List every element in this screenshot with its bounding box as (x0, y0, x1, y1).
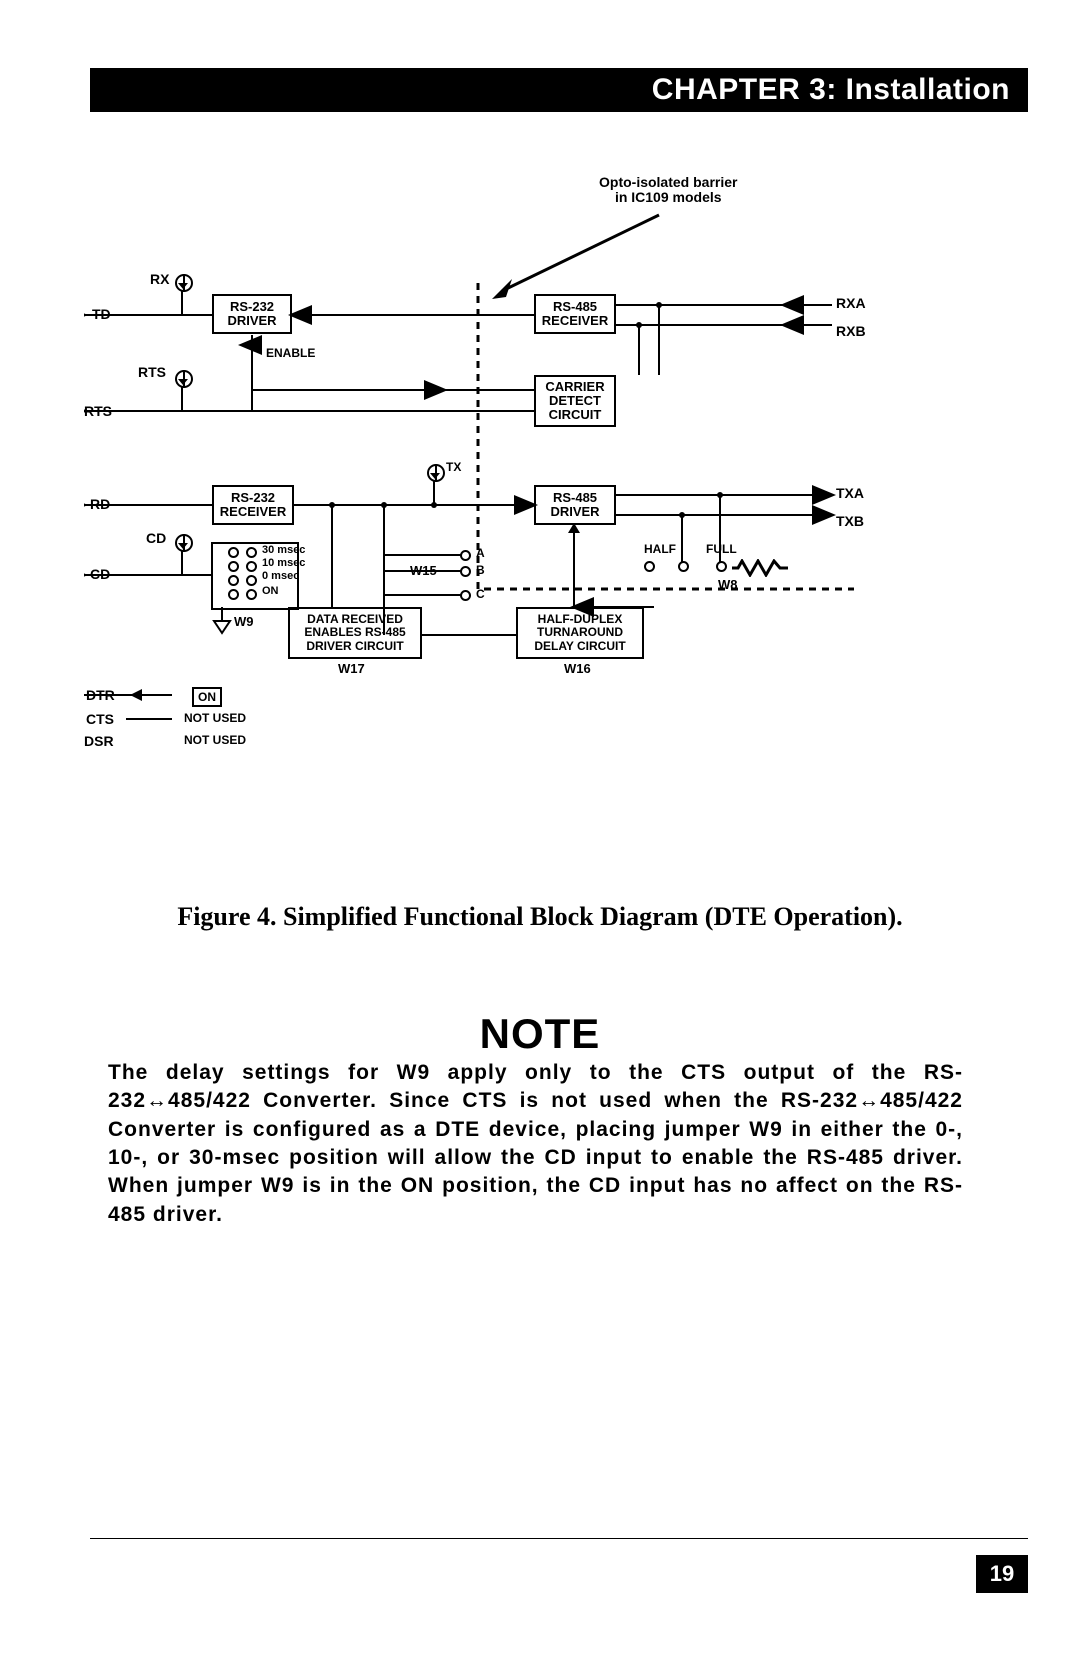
label-txb: TXB (836, 514, 864, 529)
label-0msec: 0 msec (262, 571, 299, 583)
label-10msec: 10 msec (262, 558, 305, 570)
dtr-on-box: ON (192, 687, 222, 707)
label-rts: RTS (84, 404, 112, 419)
label-dsr-not-used: NOT USED (184, 734, 246, 747)
label-w9: W9 (234, 615, 254, 629)
label-dtr: DTR (86, 688, 115, 703)
label-cts-not-used: NOT USED (184, 712, 246, 725)
block-diagram: Opto-isolated barrier in IC109 models RS… (84, 175, 939, 793)
label-w8: W8 (718, 578, 738, 592)
rts-led-icon (175, 370, 193, 388)
figure-caption: Figure 4. Simplified Functional Block Di… (108, 902, 972, 932)
label-a: A (476, 547, 485, 560)
label-30msec: 30 msec (262, 545, 305, 557)
label-full: FULL (706, 543, 737, 556)
note-heading: NOTE (0, 1010, 1080, 1058)
label-td: TD (92, 307, 111, 322)
label-txa: TXA (836, 486, 864, 501)
label-rxb: RXB (836, 324, 866, 339)
page-number: 19 (990, 1561, 1014, 1587)
label-on-jumper: ON (262, 586, 279, 598)
chapter-header-bar: CHAPTER 3: Installation (90, 68, 1028, 112)
label-tx: TX (446, 461, 461, 474)
label-rts-top: RTS (138, 365, 166, 380)
cd-led-icon (175, 534, 193, 552)
label-half: HALF (644, 543, 676, 556)
label-rxa: RXA (836, 296, 866, 311)
label-dsr: DSR (84, 734, 114, 749)
label-cd-top: CD (146, 531, 166, 546)
footer-rule (90, 1538, 1028, 1539)
label-c: C (476, 588, 485, 601)
label-rd: RD (90, 497, 110, 512)
document-page: CHAPTER 3: Installation Opto-isolated ba… (0, 0, 1080, 1669)
label-cd: CD (90, 567, 110, 582)
label-b: B (476, 564, 485, 577)
label-cts: CTS (86, 712, 114, 727)
tx-led-icon (427, 464, 445, 482)
note-body: The delay settings for W9 apply only to … (108, 1059, 963, 1229)
label-w16: W16 (564, 662, 591, 676)
page-number-badge: 19 (976, 1555, 1028, 1593)
resistor-icon (732, 559, 788, 577)
label-w17: W17 (338, 662, 365, 676)
rx-led-icon (175, 274, 193, 292)
wiring-svg (84, 175, 939, 735)
label-rx: RX (150, 272, 169, 287)
chapter-title: CHAPTER 3: Installation (652, 73, 1010, 107)
label-w15: W15 (410, 564, 437, 578)
label-enable: ENABLE (266, 347, 315, 360)
